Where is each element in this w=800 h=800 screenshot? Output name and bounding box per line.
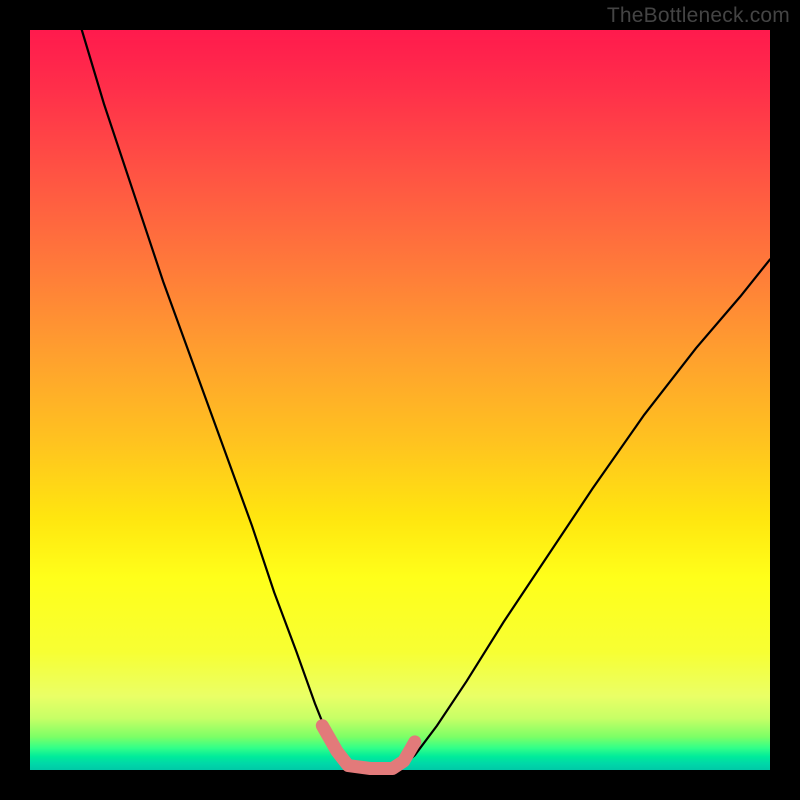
right-curve [400,259,770,767]
highlight-segment [322,726,415,769]
curves-svg [30,30,770,770]
plot-area [30,30,770,770]
chart-frame: TheBottleneck.com [0,0,800,800]
watermark-text: TheBottleneck.com [607,4,790,28]
left-curve [82,30,348,768]
